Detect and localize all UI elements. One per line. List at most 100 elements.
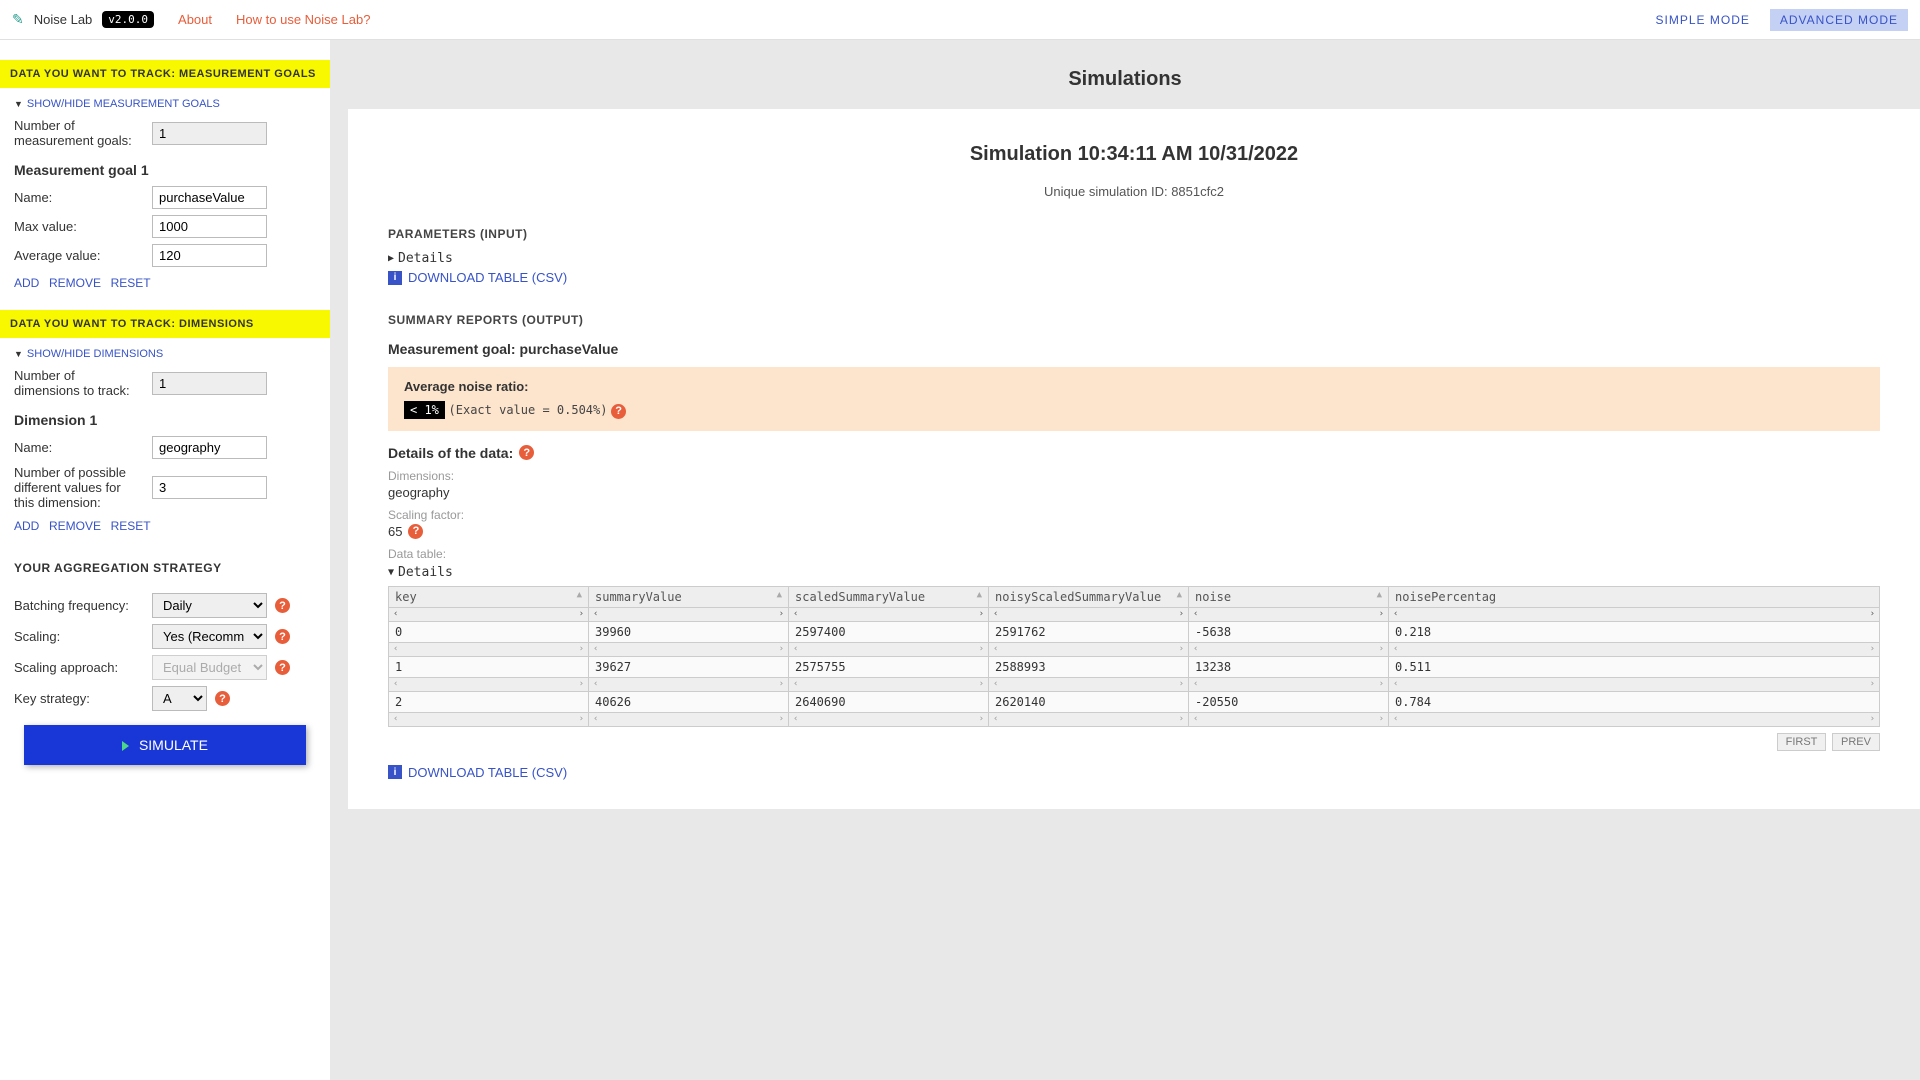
filter-cell[interactable] [1389,607,1880,621]
filter-cell[interactable] [989,607,1189,621]
spacer-cell [989,677,1189,691]
scaling-factor-label: Scaling factor: [388,508,1880,522]
chevron-right-icon: ▶ [388,253,394,264]
help-icon[interactable]: ? [215,691,230,706]
filter-cell[interactable] [589,607,789,621]
simulation-card: Simulation 10:34:11 AM 10/31/2022 Unique… [348,109,1920,809]
parameters-label: PARAMETERS (INPUT) [388,227,1880,241]
dimensions-meta-value: geography [388,485,1880,500]
help-icon[interactable]: ? [275,629,290,644]
simulation-heading: Simulation 10:34:11 AM 10/31/2022 [388,143,1880,166]
app-name: Noise Lab [34,12,93,27]
filter-cell[interactable] [789,607,989,621]
section-dimensions: DATA YOU WANT TO TRACK: DIMENSIONS [0,310,330,338]
table-cell: -20550 [1189,691,1389,712]
datatable-meta-label: Data table: [388,547,1880,561]
spacer-cell [789,677,989,691]
goal1-max-input[interactable] [152,215,267,238]
col-noise-percentage[interactable]: noisePercentag [1389,586,1880,607]
pager-first-button[interactable]: FIRST [1777,733,1827,751]
spacer-cell [789,642,989,656]
scaling-select[interactable]: Yes (Recommended) [152,624,267,649]
table-row: 13962725757552588993132380.511 [389,656,1880,677]
table-cell: 0 [389,621,589,642]
topbar: ✎ Noise Lab v2.0.0 About How to use Nois… [0,0,1920,40]
spacer-cell [589,642,789,656]
table-cell: 40626 [589,691,789,712]
data-table: key▲ summaryValue▲ scaledSummaryValue▲ n… [388,586,1880,727]
help-icon[interactable]: ? [408,524,423,539]
howto-link[interactable]: How to use Noise Lab? [236,12,370,27]
spacer-cell [389,677,589,691]
dim1-name-input[interactable] [152,436,267,459]
details-label: Details [398,565,453,580]
section-measurement-goals: DATA YOU WANT TO TRACK: MEASUREMENT GOAL… [0,60,330,88]
chevron-down-icon: ▼ [388,567,394,578]
tab-simple-mode[interactable]: SIMPLE MODE [1646,9,1760,31]
toggle-dims[interactable]: ▼ SHOW/HIDE DIMENSIONS [14,348,316,360]
table-cell: 2597400 [789,621,989,642]
simulate-button[interactable]: SIMULATE [24,725,306,765]
help-icon[interactable]: ? [275,598,290,613]
goals-remove-button[interactable]: REMOVE [49,276,101,290]
version-badge: v2.0.0 [102,11,154,28]
pager-prev-button[interactable]: PREV [1832,733,1880,751]
datatable-details-toggle[interactable]: ▼ Details [388,565,1880,580]
table-cell: 39960 [589,621,789,642]
download-params-csv[interactable]: i DOWNLOAD TABLE (CSV) [388,270,1880,285]
tab-advanced-mode[interactable]: ADVANCED MODE [1770,9,1908,31]
table-cell: 0.218 [1389,621,1880,642]
keystrat-select[interactable]: A [152,686,207,711]
chevron-down-icon: ▼ [14,99,23,109]
table-cell: 2 [389,691,589,712]
dims-remove-button[interactable]: REMOVE [49,519,101,533]
spacer-cell [1389,642,1880,656]
filter-cell[interactable] [1189,607,1389,621]
table-cell: 0.511 [1389,656,1880,677]
help-icon[interactable]: ? [275,660,290,675]
spacer-cell [989,642,1189,656]
filter-cell[interactable] [389,607,589,621]
goals-add-button[interactable]: ADD [14,276,39,290]
table-cell: 39627 [589,656,789,677]
download-label: DOWNLOAD TABLE (CSV) [408,765,567,780]
dims-add-button[interactable]: ADD [14,519,39,533]
params-details-toggle[interactable]: ▶ Details [388,251,1880,266]
batching-select[interactable]: Daily [152,593,267,618]
goals-reset-button[interactable]: RESET [111,276,151,290]
help-icon[interactable]: ? [611,404,626,419]
dims-reset-button[interactable]: RESET [111,519,151,533]
toggle-goals[interactable]: ▼ SHOW/HIDE MEASUREMENT GOALS [14,98,316,110]
simulate-label: SIMULATE [139,737,208,753]
pager: FIRST PREV [388,733,1880,751]
spacer-cell [389,712,589,726]
download-label: DOWNLOAD TABLE (CSV) [408,270,567,285]
goal1-avg-input[interactable] [152,244,267,267]
col-summary-value[interactable]: summaryValue▲ [589,586,789,607]
goal1-name-input[interactable] [152,186,267,209]
num-goals-label: Number of measurement goals: [14,118,144,148]
col-noise[interactable]: noise▲ [1189,586,1389,607]
spacer-cell [789,712,989,726]
col-noisy-scaled-summary-value[interactable]: noisyScaledSummaryValue▲ [989,586,1189,607]
col-scaled-summary-value[interactable]: scaledSummaryValue▲ [789,586,989,607]
spacer-cell [589,712,789,726]
measurement-goal-label: Measurement goal: purchaseValue [388,341,1880,357]
spacer-cell [389,642,589,656]
table-cell: 2591762 [989,621,1189,642]
toggle-goals-label: SHOW/HIDE MEASUREMENT GOALS [27,98,220,110]
dimensions-meta-label: Dimensions: [388,469,1880,483]
download-summary-csv[interactable]: i DOWNLOAD TABLE (CSV) [388,765,1880,780]
goal1-max-label: Max value: [14,219,144,234]
table-row: 03996025974002591762-56380.218 [389,621,1880,642]
dim1-count-input[interactable] [152,476,267,499]
table-cell: 13238 [1189,656,1389,677]
details-of-data-label: Details of the data: ? [388,445,1880,461]
spacer-cell [989,712,1189,726]
about-link[interactable]: About [178,12,212,27]
section-aggregation: YOUR AGGREGATION STRATEGY [14,553,316,583]
help-icon[interactable]: ? [519,445,534,460]
col-key[interactable]: key▲ [389,586,589,607]
sidebar: 1. DATA YOU WANT TO TRACK: MEASUREMENT G… [0,40,330,1080]
toggle-dims-label: SHOW/HIDE DIMENSIONS [27,348,163,360]
